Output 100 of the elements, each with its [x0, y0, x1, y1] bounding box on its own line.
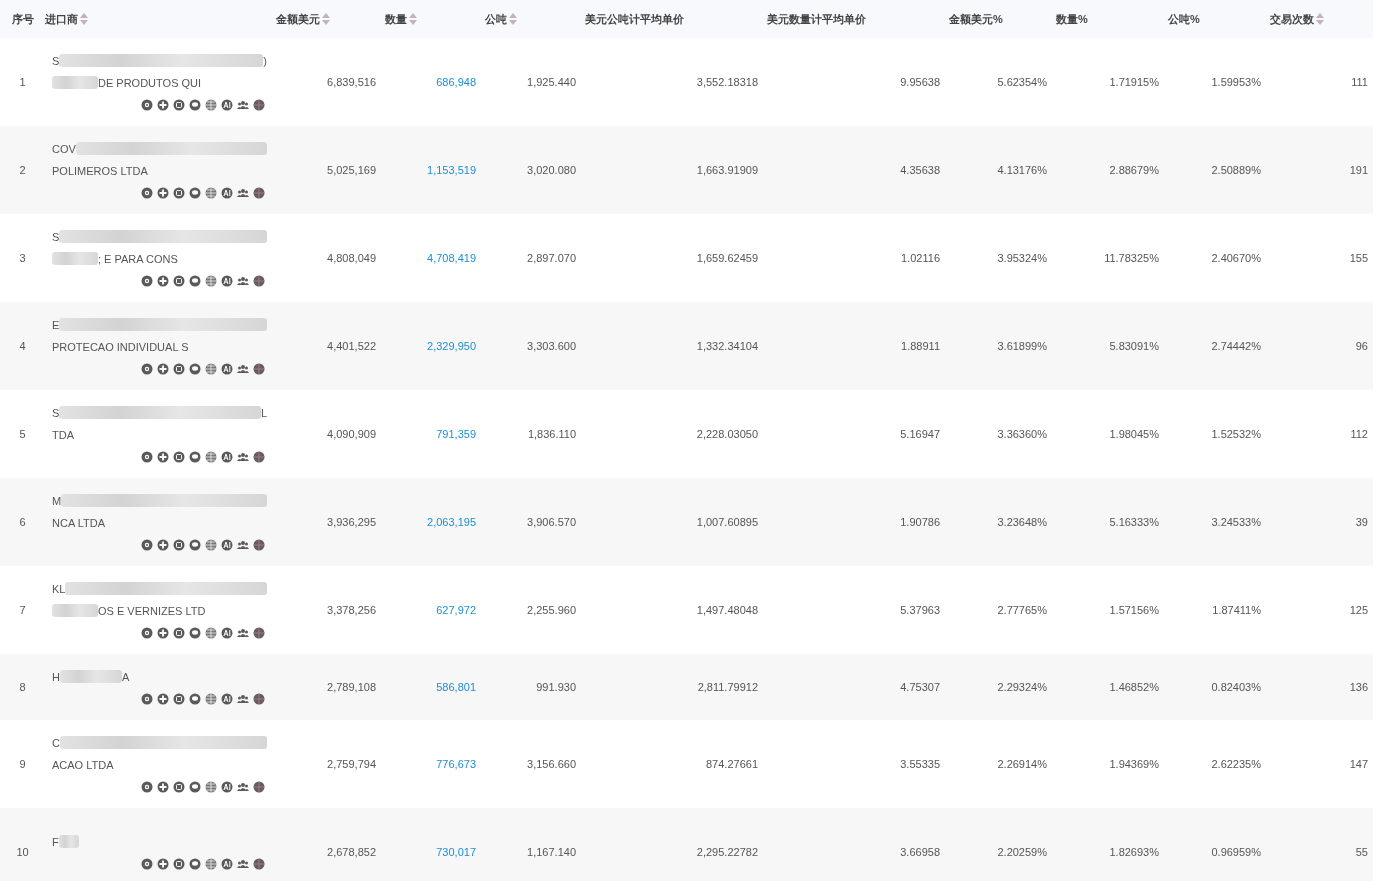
people-icon[interactable]: [237, 857, 249, 870]
ai-letter-icon[interactable]: [221, 274, 233, 287]
globe-icon[interactable]: [205, 538, 217, 551]
grid-globe-icon[interactable]: [253, 450, 265, 463]
bubble-icon[interactable]: [189, 780, 201, 793]
target-icon[interactable]: [141, 538, 153, 551]
bubble-icon[interactable]: [189, 186, 201, 199]
globe-icon[interactable]: [205, 780, 217, 793]
b-letter-icon[interactable]: [173, 780, 185, 793]
table-cell: 39: [1355, 516, 1368, 528]
globe-icon[interactable]: [205, 274, 217, 287]
b-letter-icon[interactable]: [173, 626, 185, 639]
globe-icon[interactable]: [205, 98, 217, 111]
quantity-link[interactable]: 686,948: [436, 76, 476, 88]
ai-letter-icon[interactable]: [221, 538, 233, 551]
ai-letter-icon[interactable]: [221, 362, 233, 375]
ai-letter-icon[interactable]: [221, 780, 233, 793]
b-letter-icon[interactable]: [173, 692, 185, 705]
grid-globe-icon[interactable]: [253, 98, 265, 111]
table-cell: 2.26914%: [997, 758, 1047, 770]
table-cell: 1.98045%: [1109, 428, 1159, 440]
people-icon[interactable]: [237, 450, 249, 463]
b-letter-icon[interactable]: [173, 98, 185, 111]
plus-circle-icon[interactable]: [157, 626, 169, 639]
quantity-link[interactable]: 4,708,419: [427, 252, 476, 264]
grid-globe-icon[interactable]: [253, 362, 265, 375]
bubble-icon[interactable]: [189, 274, 201, 287]
bubble-icon[interactable]: [189, 626, 201, 639]
bubble-icon[interactable]: [189, 98, 201, 111]
b-letter-icon[interactable]: [173, 857, 185, 870]
plus-circle-icon[interactable]: [157, 98, 169, 111]
people-icon[interactable]: [237, 362, 249, 375]
plus-circle-icon[interactable]: [157, 362, 169, 375]
plus-circle-icon[interactable]: [157, 780, 169, 793]
table-cell: 3,936,295: [327, 516, 376, 528]
row-number: 5: [19, 428, 26, 440]
target-icon[interactable]: [141, 450, 153, 463]
b-letter-icon[interactable]: [173, 538, 185, 551]
ai-letter-icon[interactable]: [221, 857, 233, 870]
plus-circle-icon[interactable]: [157, 450, 169, 463]
grid-globe-icon[interactable]: [253, 186, 265, 199]
quantity-link[interactable]: 2,329,950: [427, 340, 476, 352]
ai-letter-icon[interactable]: [221, 626, 233, 639]
globe-icon[interactable]: [205, 186, 217, 199]
b-letter-icon[interactable]: [173, 186, 185, 199]
plus-circle-icon[interactable]: [157, 186, 169, 199]
b-letter-icon[interactable]: [173, 362, 185, 375]
people-icon[interactable]: [237, 538, 249, 551]
quantity-link[interactable]: 627,972: [436, 604, 476, 616]
quantity-link[interactable]: 1,153,519: [427, 164, 476, 176]
b-letter-icon[interactable]: [173, 274, 185, 287]
ai-letter-icon[interactable]: [221, 98, 233, 111]
target-icon[interactable]: [141, 780, 153, 793]
plus-circle-icon[interactable]: [157, 857, 169, 870]
people-icon[interactable]: [237, 626, 249, 639]
quantity-link[interactable]: 791,359: [436, 428, 476, 440]
grid-globe-icon[interactable]: [253, 274, 265, 287]
people-icon[interactable]: [237, 274, 249, 287]
table-cell: 3,156.660: [527, 758, 576, 770]
ai-letter-icon[interactable]: [221, 692, 233, 705]
target-icon[interactable]: [141, 692, 153, 705]
globe-icon[interactable]: [205, 626, 217, 639]
grid-globe-icon[interactable]: [253, 857, 265, 870]
b-letter-icon[interactable]: [173, 450, 185, 463]
table-cell: 2.50889%: [1211, 164, 1261, 176]
bubble-icon[interactable]: [189, 362, 201, 375]
grid-globe-icon[interactable]: [253, 626, 265, 639]
quantity-link[interactable]: 2,063,195: [427, 516, 476, 528]
target-icon[interactable]: [141, 98, 153, 111]
plus-circle-icon[interactable]: [157, 538, 169, 551]
bubble-icon[interactable]: [189, 692, 201, 705]
globe-icon[interactable]: [205, 362, 217, 375]
grid-globe-icon[interactable]: [253, 692, 265, 705]
table-cell: 2.77765%: [997, 604, 1047, 616]
target-icon[interactable]: [141, 362, 153, 375]
people-icon[interactable]: [237, 780, 249, 793]
grid-globe-icon[interactable]: [253, 538, 265, 551]
globe-icon[interactable]: [205, 857, 217, 870]
bubble-icon[interactable]: [189, 450, 201, 463]
ai-letter-icon[interactable]: [221, 450, 233, 463]
ai-letter-icon[interactable]: [221, 186, 233, 199]
people-icon[interactable]: [237, 98, 249, 111]
grid-globe-icon[interactable]: [253, 780, 265, 793]
target-icon[interactable]: [141, 626, 153, 639]
people-icon[interactable]: [237, 692, 249, 705]
quantity-link[interactable]: 586,801: [436, 681, 476, 693]
target-icon[interactable]: [141, 274, 153, 287]
people-icon[interactable]: [237, 186, 249, 199]
target-icon[interactable]: [141, 857, 153, 870]
target-icon[interactable]: [141, 186, 153, 199]
quantity-link[interactable]: 730,017: [436, 846, 476, 858]
plus-circle-icon[interactable]: [157, 692, 169, 705]
plus-circle-icon[interactable]: [157, 274, 169, 287]
bubble-icon[interactable]: [189, 857, 201, 870]
globe-icon[interactable]: [205, 692, 217, 705]
table-cell: 1,497.48048: [696, 604, 758, 616]
quantity-link[interactable]: 776,673: [436, 758, 476, 770]
globe-icon[interactable]: [205, 450, 217, 463]
table-cell: 4,401,522: [327, 340, 376, 352]
bubble-icon[interactable]: [189, 538, 201, 551]
